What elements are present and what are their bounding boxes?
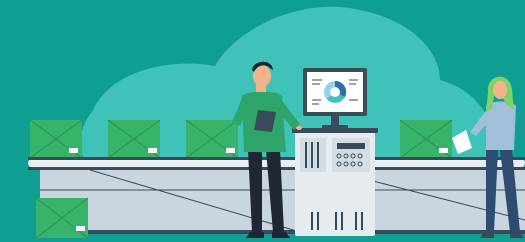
box-2	[107, 119, 161, 159]
donut-chart-icon	[324, 80, 347, 103]
scanner-machine	[292, 128, 378, 236]
box-floor	[35, 197, 89, 239]
box-3	[185, 119, 239, 159]
box-4	[399, 119, 453, 159]
warehouse-illustration	[0, 0, 525, 242]
box-1	[29, 119, 83, 159]
